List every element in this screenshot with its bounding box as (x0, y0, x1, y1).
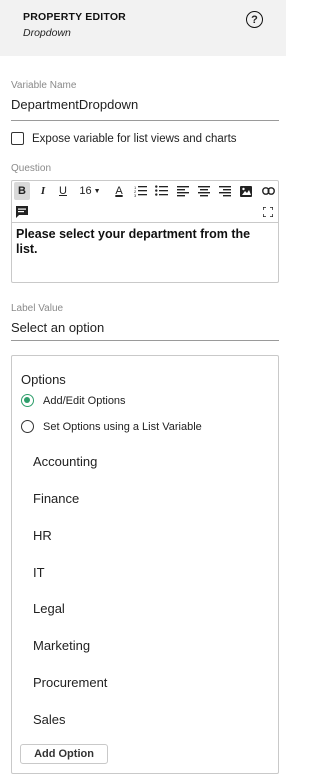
font-size-dropdown[interactable]: 16 ▼ (78, 182, 102, 200)
comment-icon[interactable] (14, 203, 30, 221)
link-icon[interactable] (260, 182, 276, 200)
rte-toolbar: B I U 16 ▼ A 123 (12, 181, 278, 223)
numbered-list-icon[interactable]: 123 (132, 182, 148, 200)
font-color-button[interactable]: A (111, 182, 127, 200)
expose-variable-label: Expose variable for list views and chart… (32, 132, 237, 145)
question-label: Question (11, 163, 52, 174)
options-panel: Options Add/Edit Options Set Options usi… (11, 355, 279, 774)
chevron-down-icon: ▼ (93, 187, 101, 195)
label-value-input[interactable]: Select an option (11, 320, 279, 335)
bold-button[interactable]: B (14, 182, 30, 200)
radio-label-list-variable: Set Options using a List Variable (43, 420, 202, 433)
font-size-value: 16 (79, 185, 92, 197)
option-item[interactable]: HR (33, 528, 52, 543)
question-rich-text-editor: B I U 16 ▼ A 123 Please select your depa… (11, 180, 279, 283)
svg-text:3: 3 (134, 193, 137, 197)
radio-label-add-edit: Add/Edit Options (43, 394, 126, 407)
question-text[interactable]: Please select your department from the l… (12, 223, 278, 261)
options-title: Options (21, 372, 66, 387)
radio-add-edit-options[interactable]: Add/Edit Options (21, 394, 126, 407)
bullet-list-icon[interactable] (153, 182, 169, 200)
option-item[interactable]: Accounting (33, 454, 97, 469)
property-editor-header: PROPERTY EDITOR Dropdown ? (0, 0, 286, 56)
fullscreen-icon[interactable] (260, 203, 276, 221)
label-value-underline (11, 340, 279, 341)
radio-button[interactable] (21, 420, 34, 433)
expose-variable-checkbox[interactable] (11, 132, 24, 145)
variable-name-underline (11, 120, 279, 121)
label-value-label: Label Value (11, 303, 64, 314)
option-item[interactable]: Marketing (33, 638, 90, 653)
panel-subtitle: Dropdown (23, 27, 71, 39)
option-item[interactable]: Sales (33, 712, 66, 727)
add-option-button[interactable]: Add Option (20, 744, 108, 764)
option-item[interactable]: Finance (33, 491, 79, 506)
image-icon[interactable] (238, 182, 254, 200)
radio-list-variable-options[interactable]: Set Options using a List Variable (21, 420, 202, 433)
align-right-icon[interactable] (217, 182, 233, 200)
option-item[interactable]: Procurement (33, 675, 107, 690)
panel-title: PROPERTY EDITOR (23, 11, 126, 23)
option-item[interactable]: Legal (33, 601, 65, 616)
option-item[interactable]: IT (33, 565, 45, 580)
variable-name-input[interactable]: DepartmentDropdown (11, 97, 279, 112)
radio-button-selected[interactable] (21, 394, 34, 407)
help-icon[interactable]: ? (246, 11, 263, 28)
align-left-icon[interactable] (175, 182, 191, 200)
expose-variable-checkbox-row[interactable]: Expose variable for list views and chart… (11, 132, 237, 145)
underline-button[interactable]: U (55, 182, 71, 200)
align-center-icon[interactable] (196, 182, 212, 200)
italic-button[interactable]: I (35, 182, 51, 200)
variable-name-label: Variable Name (11, 80, 77, 91)
